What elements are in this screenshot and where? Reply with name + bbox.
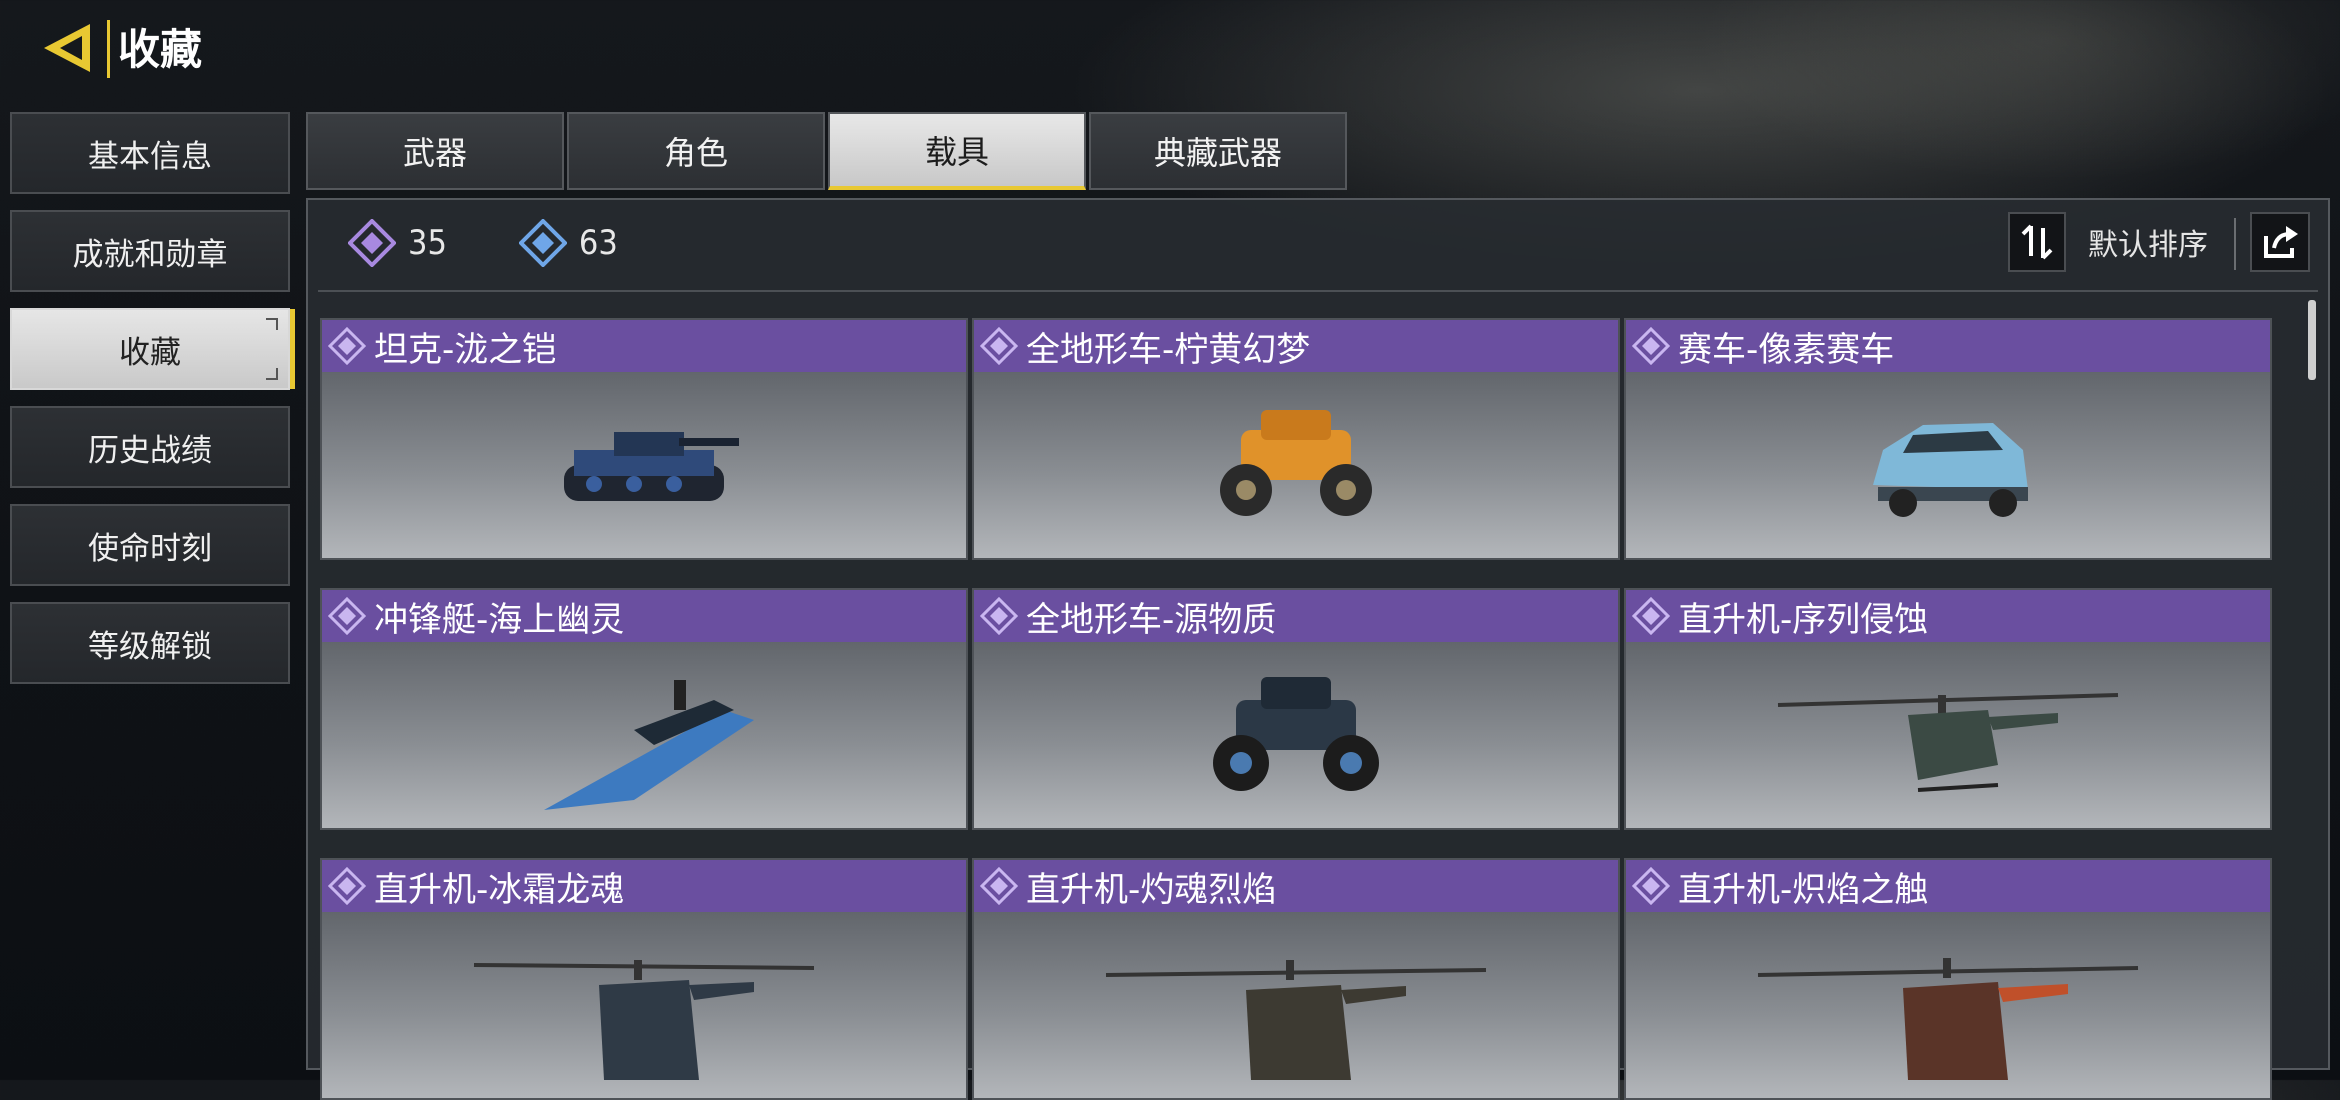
helicopter-icon (473, 960, 815, 1080)
rarity-diamond-icon (980, 597, 1018, 635)
tab-label: 载具 (924, 133, 989, 171)
collection-card[interactable]: 赛车-像素赛车 (1624, 318, 2272, 560)
card-name: 直升机-炽焰之触 (1678, 869, 1929, 910)
card-preview (322, 642, 966, 828)
card-header: 直升机-序列侵蚀 (1626, 590, 2270, 642)
rarity-diamond-icon (1632, 597, 1670, 635)
tab-vehicles[interactable]: 载具 (828, 112, 1086, 190)
card-preview (322, 912, 966, 1098)
card-header: 坦克-泷之铠 (322, 320, 966, 372)
title-separator (107, 20, 110, 78)
helicopter-icon (1105, 960, 1487, 1080)
card-preview (1626, 372, 2270, 558)
collection-card[interactable]: 冲锋艇-海上幽灵 (320, 588, 968, 830)
sidebar-item-label: 使命时刻 (88, 530, 212, 567)
collection-card[interactable]: 直升机-炽焰之触 (1624, 858, 2272, 1100)
divider (2234, 218, 2236, 270)
rarity-diamond-icon (328, 867, 366, 905)
card-name: 冲锋艇-海上幽灵 (374, 599, 625, 640)
helicopter-icon (1777, 693, 2119, 792)
card-header: 冲锋艇-海上幽灵 (322, 590, 966, 642)
tab-label: 武器 (402, 134, 467, 172)
helicopter-icon (1757, 958, 2139, 1080)
boat-icon (544, 680, 754, 810)
card-name: 全地形车-源物质 (1026, 599, 1277, 640)
collection-card[interactable]: 坦克-泷之铠 (320, 318, 968, 560)
blue-diamond-icon (518, 219, 567, 267)
tab-label: 角色 (663, 134, 728, 172)
sort-toggle-button[interactable] (2008, 212, 2066, 272)
card-preview (974, 372, 1618, 558)
card-header: 全地形车-源物质 (974, 590, 1618, 642)
sidebar-item-basic-info[interactable]: 基本信息 (10, 112, 290, 194)
card-name: 直升机-序列侵蚀 (1678, 599, 1929, 640)
back-button[interactable] (40, 18, 100, 78)
sort-arrows-icon (2021, 224, 2053, 260)
atv-icon (1213, 677, 1379, 791)
collection-card[interactable]: 全地形车-柠黄幻梦 (972, 318, 1620, 560)
scrollbar[interactable] (2308, 300, 2316, 380)
currency-purple-value: 35 (408, 223, 447, 263)
sidebar-item-label: 收藏 (119, 334, 181, 371)
card-name: 直升机-灼魂烈焰 (1026, 869, 1277, 910)
sort-label[interactable]: 默认排序 (2088, 220, 2208, 264)
card-preview (1626, 912, 2270, 1098)
collection-panel: 35 63 默认排序 坦克-泷之铠 全地形车-柠黄幻梦 赛车-像素赛车 冲锋艇-… (306, 198, 2330, 1100)
page-title: 收藏 (118, 25, 203, 74)
collection-card[interactable]: 直升机-序列侵蚀 (1624, 588, 2272, 830)
card-header: 直升机-炽焰之触 (1626, 860, 2270, 912)
rarity-diamond-icon (328, 327, 366, 365)
currency-row: 35 63 (348, 218, 690, 268)
tab-characters[interactable]: 角色 (567, 112, 825, 190)
rarity-diamond-icon (328, 597, 366, 635)
purple-diamond-icon (348, 219, 396, 267)
rarity-diamond-icon (980, 327, 1018, 365)
share-icon (2264, 226, 2298, 258)
card-name: 坦克-泷之铠 (374, 329, 557, 370)
sidebar-item-label: 等级解锁 (88, 628, 212, 665)
sidebar-item-achievements[interactable]: 成就和勋章 (10, 210, 290, 292)
sidebar-item-moments[interactable]: 使命时刻 (10, 504, 290, 586)
tab-legendary-weapons[interactable]: 典藏武器 (1089, 112, 1347, 190)
card-name: 直升机-冰霜龙魂 (374, 869, 625, 910)
sidebar-item-level-unlock[interactable]: 等级解锁 (10, 602, 290, 684)
card-preview (974, 642, 1618, 828)
collection-card[interactable]: 直升机-灼魂烈焰 (972, 858, 1620, 1100)
sidebar-item-label: 成就和勋章 (72, 236, 228, 273)
share-button[interactable] (2250, 212, 2310, 272)
collection-card[interactable]: 全地形车-源物质 (972, 588, 1620, 830)
atv-icon (1220, 410, 1372, 516)
card-header: 直升机-灼魂烈焰 (974, 860, 1618, 912)
card-header: 全地形车-柠黄幻梦 (974, 320, 1618, 372)
back-arrow-icon (44, 24, 90, 72)
sidebar-item-label: 基本信息 (88, 138, 212, 175)
card-preview (974, 912, 1618, 1098)
tab-label: 典藏武器 (1153, 134, 1282, 172)
collection-card[interactable]: 直升机-冰霜龙魂 (320, 858, 968, 1100)
card-name: 全地形车-柠黄幻梦 (1026, 329, 1311, 370)
divider (318, 290, 2318, 292)
card-preview (1626, 642, 2270, 828)
currency-purple: 35 (348, 219, 447, 267)
rarity-diamond-icon (980, 867, 1018, 905)
sidebar-item-history[interactable]: 历史战绩 (10, 406, 290, 488)
tank-icon (564, 432, 739, 501)
card-header: 赛车-像素赛车 (1626, 320, 2270, 372)
rarity-diamond-icon (1632, 867, 1670, 905)
tab-weapons[interactable]: 武器 (306, 112, 564, 190)
rarity-diamond-icon (1632, 327, 1670, 365)
sidebar-item-collection[interactable]: 收藏 (10, 308, 290, 390)
sidebar-item-label: 历史战绩 (88, 432, 212, 469)
card-preview (322, 372, 966, 558)
currency-blue: 63 (518, 219, 618, 267)
card-header: 直升机-冰霜龙魂 (322, 860, 966, 912)
card-name: 赛车-像素赛车 (1678, 329, 1895, 370)
currency-blue-value: 63 (578, 223, 618, 263)
race-car-icon (1873, 423, 2028, 517)
